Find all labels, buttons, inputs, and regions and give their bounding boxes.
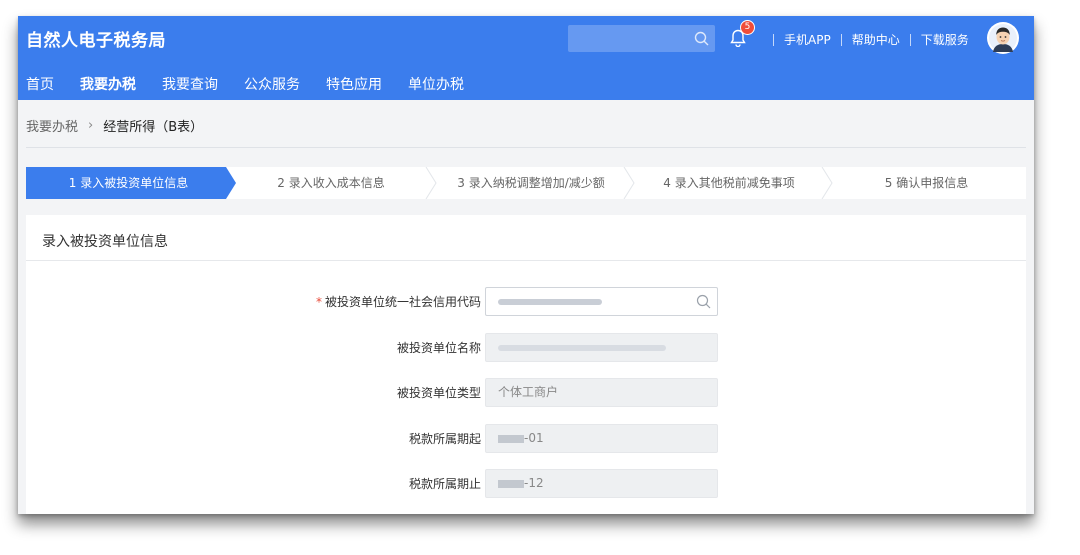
unit-type-label: 被投资单位类型: [396, 386, 481, 400]
period-end-month: -12: [524, 476, 544, 490]
form-panel: 录入被投资单位信息 * 被投资单位统一社会信用代码 被投资单位名称 被投资单位类…: [26, 215, 1026, 514]
period-end-input: -12: [485, 469, 718, 498]
search-icon[interactable]: [694, 31, 709, 46]
mobile-app-link[interactable]: 手机APP: [784, 31, 831, 48]
chevron-right-icon: ›: [88, 118, 94, 133]
panel-title: 录入被投资单位信息: [42, 234, 168, 250]
input-search-icon[interactable]: [696, 294, 711, 309]
breadcrumb-divider: [26, 147, 1026, 148]
nav-tax-handling[interactable]: 我要办税: [80, 74, 136, 94]
form-row-unit-name: 被投资单位名称: [26, 333, 1026, 362]
nav-public-service[interactable]: 公众服务: [244, 74, 300, 94]
period-end-label: 税款所属期止: [408, 477, 481, 491]
top-links: 手机APP 帮助中心 下载服务: [763, 31, 969, 48]
period-start-input: -01: [485, 424, 718, 453]
required-mark: *: [315, 295, 322, 309]
step-1[interactable]: 1 录入被投资单位信息: [26, 167, 231, 199]
nav-special-apps[interactable]: 特色应用: [326, 74, 382, 94]
nav-query[interactable]: 我要查询: [162, 74, 218, 94]
redacted-value: [498, 344, 666, 351]
redacted-value: [498, 298, 602, 305]
step-indicator: 1 录入被投资单位信息 2 录入收入成本信息 3 录入纳税调整增加/减少额 4 …: [26, 167, 1026, 199]
unit-type-input: 个体工商户: [485, 378, 718, 407]
period-start-month: -01: [524, 431, 544, 445]
main-nav: 首页 我要办税 我要查询 公众服务 特色应用 单位办税: [18, 74, 482, 94]
step-5[interactable]: 5 确认申报信息: [827, 167, 1026, 199]
unit-name-input: [485, 333, 718, 362]
divider: [773, 33, 774, 46]
form-row-period-end: 税款所属期止 -12: [26, 469, 1026, 498]
redacted-year: [498, 479, 524, 488]
form-row-unit-type: 被投资单位类型 个体工商户: [26, 378, 1026, 407]
nav-home[interactable]: 首页: [26, 74, 54, 94]
divider: [840, 33, 842, 46]
credit-code-label: * 被投资单位统一社会信用代码: [316, 293, 481, 310]
period-start-label: 税款所属期起: [408, 432, 481, 446]
credit-code-input[interactable]: [485, 287, 718, 316]
help-center-link[interactable]: 帮助中心: [852, 31, 900, 48]
top-header: 自然人电子税务局 5 手机APP 帮助中心 下载服务 首页 我要办税 我要查询 …: [18, 16, 1034, 100]
redacted-year: [498, 434, 524, 443]
form-row-period-start: 税款所属期起 -01: [26, 424, 1026, 453]
unit-name-label: 被投资单位名称: [396, 341, 481, 355]
credit-code-label-text: 被投资单位统一社会信用代码: [324, 295, 481, 309]
breadcrumb-current: 经营所得（B表）: [103, 120, 204, 135]
app-title: 自然人电子税务局: [26, 31, 166, 51]
form-row-credit-code: * 被投资单位统一社会信用代码: [26, 287, 1026, 316]
app-window: 自然人电子税务局 5 手机APP 帮助中心 下载服务 首页 我要办税 我要查询 …: [18, 16, 1034, 514]
breadcrumb-parent[interactable]: 我要办税: [26, 116, 78, 135]
divider: [909, 33, 911, 46]
step-2[interactable]: 2 录入收入成本信息: [231, 167, 431, 199]
nav-unit-tax[interactable]: 单位办税: [408, 74, 464, 94]
download-service-link[interactable]: 下载服务: [921, 31, 969, 48]
panel-divider: [26, 260, 1026, 261]
notification-badge: 5: [740, 20, 755, 35]
step-4[interactable]: 4 录入其他税前减免事项: [629, 167, 829, 199]
avatar[interactable]: [987, 22, 1019, 54]
breadcrumb: 我要办税 › 经营所得（B表）: [26, 116, 203, 135]
header-search-input[interactable]: [568, 25, 715, 52]
step-3[interactable]: 3 录入纳税调整增加/减少额: [431, 167, 631, 199]
